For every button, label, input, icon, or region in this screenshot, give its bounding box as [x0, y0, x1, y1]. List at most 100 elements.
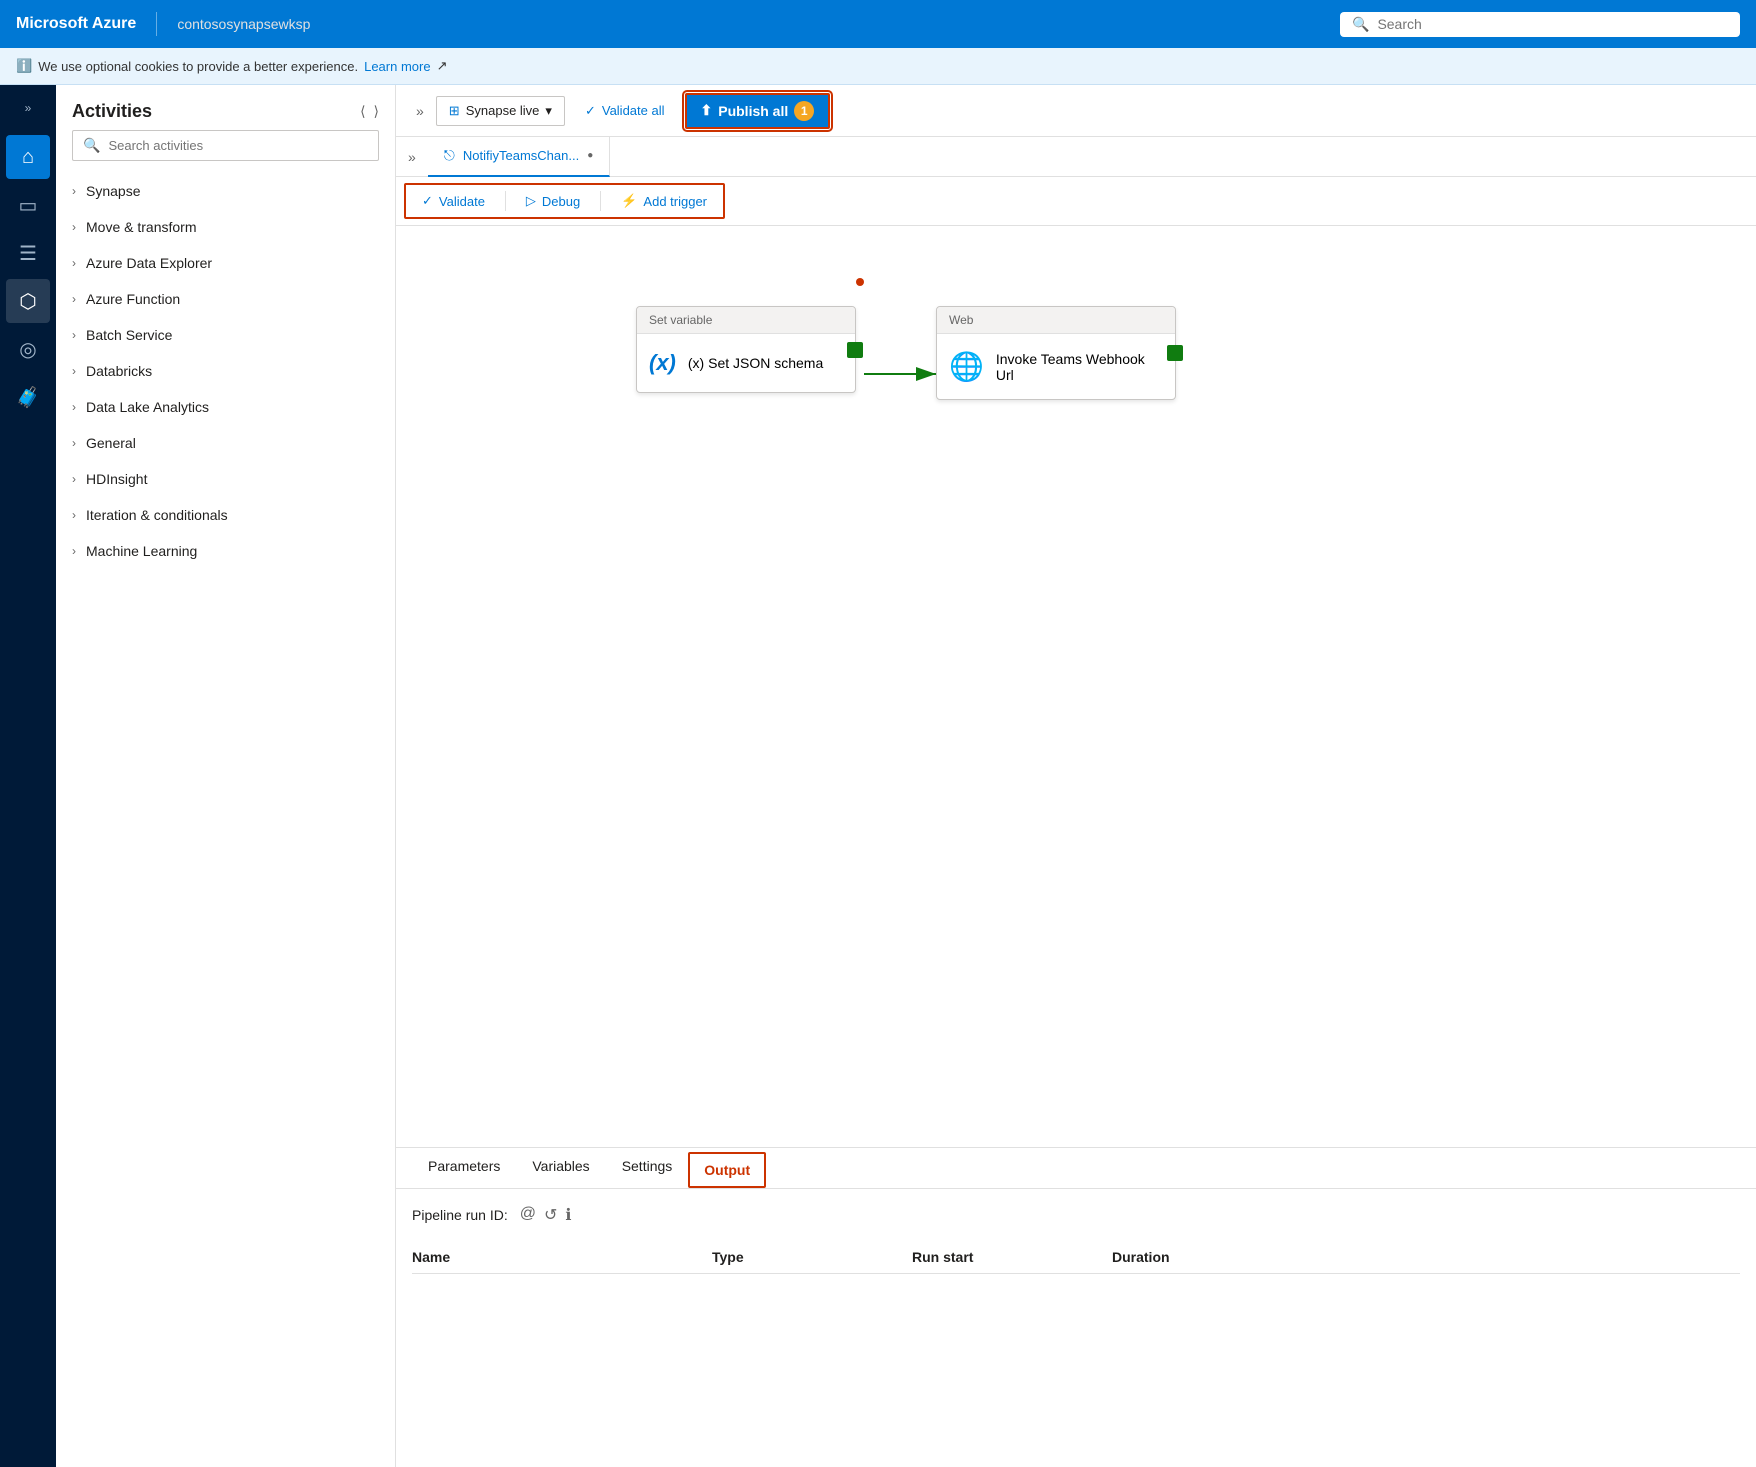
activity-ml[interactable]: › Machine Learning	[56, 533, 395, 569]
activities-controls: ⟨ ⟩	[360, 103, 379, 120]
pipeline-run-id-label: Pipeline run ID:	[412, 1207, 508, 1223]
icon-nav: » ⌂ ▭ ☰ ⬡ ◎ 🧳	[0, 85, 56, 1467]
debug-label: Debug	[542, 194, 580, 209]
debug-icon: ▷	[526, 193, 536, 209]
database-icon: ▭	[19, 193, 38, 218]
collapse-icon[interactable]: ⟨	[360, 103, 365, 120]
web-node-body: 🌐 Invoke Teams Webhook Url	[937, 334, 1175, 399]
tab-parameters[interactable]: Parameters	[412, 1148, 516, 1188]
nav-home-btn[interactable]: ⌂	[6, 135, 50, 179]
action-divider	[505, 191, 506, 211]
tab-dot: ●	[587, 150, 593, 161]
node-body: (x) (x) Set JSON schema	[637, 334, 855, 392]
at-icon[interactable]: @	[520, 1205, 536, 1225]
activity-azure-data-explorer[interactable]: › Azure Data Explorer	[56, 245, 395, 281]
web-node[interactable]: Web 🌐 Invoke Teams Webhook Url	[936, 306, 1176, 400]
pipeline-tab[interactable]: ⎋ NotifiyTeamsChan... ●	[428, 137, 610, 177]
bottom-content: Pipeline run ID: @ ↺ ℹ Name Type Run sta…	[396, 1189, 1756, 1467]
nav-database-btn[interactable]: ▭	[6, 183, 50, 227]
expand-icon[interactable]: ⟩	[374, 103, 379, 120]
brand-name: Microsoft Azure	[16, 15, 136, 33]
info-run-icon[interactable]: ℹ	[565, 1205, 571, 1225]
web-node-header: Web	[937, 307, 1175, 334]
tab-output[interactable]: Output	[688, 1152, 766, 1188]
activity-databricks[interactable]: › Databricks	[56, 353, 395, 389]
nav-document-btn[interactable]: ☰	[6, 231, 50, 275]
nav-integration-btn[interactable]: ⬡	[6, 279, 50, 323]
activity-label: General	[86, 435, 136, 451]
learn-more-link[interactable]: Learn more	[364, 59, 430, 74]
nav-monitor-btn[interactable]: ◎	[6, 327, 50, 371]
node-label: (x) Set JSON schema	[688, 355, 823, 371]
add-trigger-button[interactable]: ⚡ Add trigger	[609, 187, 719, 215]
activity-label: Databricks	[86, 363, 152, 379]
canvas-actions-wrapper: ✓ Validate ▷ Debug ⚡ Add trigger	[396, 177, 1756, 226]
chevron-right-icon: ›	[72, 328, 76, 342]
global-search-box[interactable]: 🔍	[1340, 12, 1740, 37]
col-type-header: Type	[712, 1249, 912, 1265]
dropdown-chevron-icon: ▾	[545, 103, 552, 119]
search-icon: 🔍	[1352, 16, 1369, 33]
search-input[interactable]	[1377, 16, 1728, 32]
expand-chevron[interactable]: »	[412, 99, 428, 123]
checkmark-icon: ✓	[585, 103, 596, 119]
synapse-live-label: Synapse live	[466, 103, 540, 118]
activity-label: Iteration & conditionals	[86, 507, 228, 523]
activities-search-box[interactable]: 🔍	[72, 130, 379, 161]
chevron-right-icon: ›	[72, 400, 76, 414]
activity-iteration[interactable]: › Iteration & conditionals	[56, 497, 395, 533]
web-right-connector	[1167, 345, 1183, 361]
nav-manage-btn[interactable]: 🧳	[6, 375, 50, 419]
pipeline-run-id-row: Pipeline run ID: @ ↺ ℹ	[412, 1205, 1740, 1225]
chevron-right-icon: ›	[72, 472, 76, 486]
activity-azure-function[interactable]: › Azure Function	[56, 281, 395, 317]
validate-button[interactable]: ✓ Validate	[410, 187, 497, 215]
activities-search-input[interactable]	[108, 138, 368, 153]
col-run-header: Run start	[912, 1249, 1112, 1265]
cookie-notice: ℹ️ We use optional cookies to provide a …	[0, 48, 1756, 85]
publish-count-badge: 1	[794, 101, 814, 121]
canvas-bottom-container: Set variable (x) (x) Set JSON schema	[396, 226, 1756, 1467]
publish-icon: ⬆	[701, 102, 713, 119]
activity-synapse[interactable]: › Synapse	[56, 173, 395, 209]
activity-label: Azure Data Explorer	[86, 255, 212, 271]
chevron-right-icon: ›	[72, 184, 76, 198]
tab-row: » ⎋ NotifiyTeamsChan... ●	[396, 137, 1756, 177]
debug-button[interactable]: ▷ Debug	[514, 187, 592, 215]
action-divider-2	[600, 191, 601, 211]
content-area: » ⊞ Synapse live ▾ ✓ Validate all ⬆ Publ…	[396, 85, 1756, 1467]
external-link-icon: ↗	[437, 58, 448, 74]
chevron-right-icon: ›	[72, 436, 76, 450]
tab-settings[interactable]: Settings	[606, 1148, 689, 1188]
tab-variables[interactable]: Variables	[516, 1148, 605, 1188]
home-icon: ⌂	[22, 146, 34, 169]
refresh-icon[interactable]: ↺	[544, 1205, 557, 1225]
activity-label: Batch Service	[86, 327, 172, 343]
validate-all-button[interactable]: ✓ Validate all	[573, 97, 677, 125]
activity-general[interactable]: › General	[56, 425, 395, 461]
activities-title: Activities	[72, 101, 152, 122]
activities-list: › Synapse › Move & transform › Azure Dat…	[56, 173, 395, 1467]
right-connector	[847, 342, 863, 358]
canvas-area: Set variable (x) (x) Set JSON schema	[396, 226, 1756, 1147]
activity-move-transform[interactable]: › Move & transform	[56, 209, 395, 245]
activity-data-lake[interactable]: › Data Lake Analytics	[56, 389, 395, 425]
set-variable-node[interactable]: Set variable (x) (x) Set JSON schema	[636, 306, 856, 393]
tab-label: NotifiyTeamsChan...	[463, 148, 579, 163]
search-activities-icon: 🔍	[83, 137, 100, 154]
validate-checkmark-icon: ✓	[422, 193, 433, 209]
synapse-live-button[interactable]: ⊞ Synapse live ▾	[436, 96, 565, 126]
trigger-icon: ⚡	[621, 193, 637, 209]
col-duration-header: Duration	[1112, 1249, 1740, 1265]
activity-hdinsight[interactable]: › HDInsight	[56, 461, 395, 497]
col-name-header: Name	[412, 1249, 712, 1265]
pipeline-canvas[interactable]: Set variable (x) (x) Set JSON schema	[396, 226, 1756, 1147]
activity-label: Machine Learning	[86, 543, 197, 559]
chevron-right-icon: ›	[72, 256, 76, 270]
publish-all-button[interactable]: ⬆ Publish all 1	[685, 93, 831, 129]
document-icon: ☰	[19, 241, 37, 266]
tab-expand-btn[interactable]: »	[396, 149, 428, 165]
activity-batch-service[interactable]: › Batch Service	[56, 317, 395, 353]
chevron-right-icon: ›	[72, 292, 76, 306]
nav-collapse-btn[interactable]: »	[17, 93, 40, 123]
